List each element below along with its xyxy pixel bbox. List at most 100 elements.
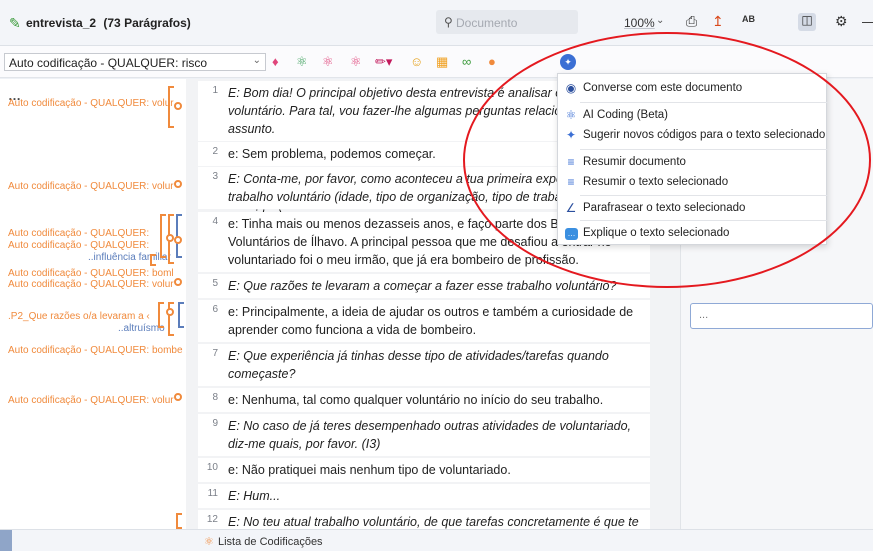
code-stripe-label[interactable]: Auto codificação - QUALQUER:	[8, 228, 149, 239]
paragraph-number: 12	[206, 514, 218, 525]
menu-item-label: Converse com este documento	[583, 82, 743, 94]
edit-document-icon[interactable]: ✎	[9, 15, 21, 32]
paragraph[interactable]: 11 E: Hum...	[198, 484, 650, 508]
paragraph-text[interactable]: e: Nenhuma, tal como qualquer voluntário…	[228, 391, 648, 409]
code-stripe-handle[interactable]	[174, 180, 182, 188]
paragraph-text[interactable]: e: Não pratiquei mais nenhum tipo de vol…	[228, 461, 648, 479]
menu-item-label: Resumir documento	[583, 156, 686, 168]
code-stripe-handle[interactable]	[166, 234, 174, 242]
document-search-input[interactable]: ⚲ Documento	[436, 10, 578, 34]
code-stripe-label[interactable]: Auto codificação - QUALQUER: volur	[8, 395, 174, 406]
paragraph-text[interactable]: e: Principalmente, a ideia de ajudar os …	[228, 303, 648, 339]
code-stripe-handle[interactable]	[174, 102, 182, 110]
summary-icon: ≡	[567, 155, 575, 169]
code-bracket[interactable]	[160, 214, 166, 258]
code-stripe-label[interactable]: Auto codificação - QUALQUER: boml	[8, 268, 174, 279]
emoticon-icon[interactable]: ☺	[410, 55, 423, 69]
print-icon[interactable]: ⎙	[686, 13, 697, 30]
panel-toggle-icon[interactable]: ◫	[798, 13, 816, 31]
paragraph[interactable]: 12 E: No teu atual trabalho voluntário, …	[198, 510, 650, 529]
paragraph[interactable]: 5 E: Que razões te levaram a começar a f…	[198, 274, 650, 298]
code-bracket[interactable]	[168, 86, 174, 128]
paragraph[interactable]: 6 e: Principalmente, a ideia de ajudar o…	[198, 300, 650, 342]
menu-item-ai-coding[interactable]: ⚛ AI Coding (Beta)	[558, 105, 828, 127]
paragraph-text[interactable]: E: Que experiência já tinhas desse tipo …	[228, 347, 648, 383]
menu-item-label: AI Coding (Beta)	[583, 109, 669, 121]
menu-item-label: Parafrasear o texto selecionado	[583, 202, 746, 214]
paragraph-count: (73 Parágrafos)	[103, 16, 191, 30]
menu-item-paraphrase[interactable]: ∠ Parafrasear o texto selecionado	[558, 198, 828, 220]
selected-code: Auto codificação - QUALQUER: risco	[9, 56, 208, 70]
paragraph-text[interactable]: E: Hum...	[228, 487, 648, 505]
menu-separator	[580, 149, 828, 150]
paragraph-number: 2	[212, 146, 218, 157]
menu-item-label: Sugerir novos códigos para o texto selec…	[583, 129, 826, 141]
ai-assist-menu: ◉ Converse com este documento ⚛ AI Codin…	[557, 73, 828, 245]
summary-selection-icon: ≡	[567, 175, 575, 189]
code-select[interactable]: Auto codificação - QUALQUER: risco ⌄	[4, 53, 266, 71]
paragraph-number: 9	[212, 418, 218, 429]
paragraph-text[interactable]: E: Que razões te levaram a começar a faz…	[228, 277, 648, 295]
code-stripe-handle[interactable]	[174, 393, 182, 401]
paragraph[interactable]: 8 e: Nenhuma, tal como qualquer voluntár…	[198, 388, 650, 412]
highlighter-icon[interactable]: ✏▾	[375, 55, 392, 69]
codings-list-tab[interactable]: Lista de Codificações	[218, 536, 323, 548]
chevron-down-icon[interactable]: ⌄	[656, 15, 664, 26]
memo-icon[interactable]: ▦	[436, 55, 448, 69]
tag-icon[interactable]: ●	[488, 55, 496, 69]
code-stripe-label[interactable]: Auto codificação - QUALQUER: bombe	[8, 345, 183, 356]
bottom-bar: ⚛ Lista de Codificações	[0, 529, 873, 551]
left-edge-tab	[0, 530, 12, 551]
code-bracket[interactable]	[158, 302, 164, 328]
code-stripe-handle[interactable]	[174, 236, 182, 244]
code-bracket[interactable]	[178, 302, 184, 328]
menu-item-explain[interactable]: … Explique o texto selecionado	[558, 223, 828, 245]
paragraph-number: 5	[212, 278, 218, 289]
gear-icon[interactable]: ⚙	[835, 13, 848, 30]
code-stripe-label[interactable]: .P2_Que razões o/a levaram a ‹	[8, 311, 150, 322]
comment-field[interactable]: ...	[690, 303, 873, 329]
comment-text: ...	[699, 309, 709, 321]
ai-coding-icon: ⚛	[565, 108, 577, 122]
code-in-vivo-icon[interactable]: ⚛	[322, 55, 334, 69]
code-stripe-label[interactable]: Auto codificação - QUALQUER: volur	[8, 181, 174, 192]
code-highlight-icon[interactable]: ♦	[272, 55, 279, 69]
code-stripe-label[interactable]: Auto codificação - QUALQUER: volur	[8, 98, 174, 109]
paragraph[interactable]: 10 e: Não pratiquei mais nenhum tipo de …	[198, 458, 650, 482]
menu-separator	[580, 195, 828, 196]
paragraph-text[interactable]: E: No caso de já teres desempenhado outr…	[228, 417, 648, 453]
search-placeholder: Documento	[456, 16, 518, 30]
codings-list-icon[interactable]: ⚛	[204, 535, 214, 548]
chat-bubble-icon: ◉	[565, 81, 577, 95]
link-icon[interactable]: ∞	[462, 55, 471, 69]
code-stripe-label[interactable]: Auto codificação - QUALQUER:	[8, 240, 149, 251]
code-stripe-label[interactable]: ..influência familiar	[88, 252, 171, 263]
code-bracket[interactable]	[150, 254, 156, 266]
spellcheck-icon[interactable]: AB	[742, 14, 755, 24]
code-assign-icon[interactable]: ⚛	[296, 55, 308, 69]
document-name: entrevista_2	[26, 16, 97, 30]
menu-item-summarize-selection[interactable]: ≡ Resumir o texto selecionado	[558, 172, 828, 194]
document-header: ✎ entrevista_2 (73 Parágrafos) ⚲ Documen…	[0, 0, 873, 46]
menu-item-summarize-document[interactable]: ≡ Resumir documento	[558, 152, 828, 174]
code-bracket[interactable]	[176, 513, 182, 529]
paragraph-number: 3	[212, 171, 218, 182]
export-icon[interactable]: ↥	[712, 13, 724, 30]
menu-separator	[580, 220, 828, 221]
code-remove-icon[interactable]: ⚛	[350, 55, 362, 69]
paragraph[interactable]: 7 E: Que experiência já tinhas desse tip…	[198, 344, 650, 386]
chevron-down-icon: ⌄	[252, 55, 261, 66]
paragraph-number: 4	[212, 216, 218, 227]
menu-item-label: Explique o texto selecionado	[583, 227, 730, 239]
code-stripe-handle[interactable]	[174, 278, 182, 286]
zoom-select[interactable]: 100%	[624, 16, 655, 30]
paragraph-text[interactable]: E: No teu atual trabalho voluntário, de …	[228, 513, 648, 529]
paragraph[interactable]: 9 E: No caso de já teres desempenhado ou…	[198, 414, 650, 456]
menu-item-chat-document[interactable]: ◉ Converse com este documento	[558, 78, 828, 100]
ai-assist-icon[interactable]: ✦	[560, 54, 576, 70]
document-title: entrevista_2 (73 Parágrafos)	[26, 16, 191, 30]
menu-item-suggest-codes[interactable]: ✦ Sugerir novos códigos para o texto sel…	[558, 125, 828, 147]
code-stripe-label[interactable]: Auto codificação - QUALQUER: volur	[8, 279, 174, 290]
code-stripe-handle[interactable]	[166, 308, 174, 316]
minimize-icon[interactable]: —	[862, 13, 873, 29]
